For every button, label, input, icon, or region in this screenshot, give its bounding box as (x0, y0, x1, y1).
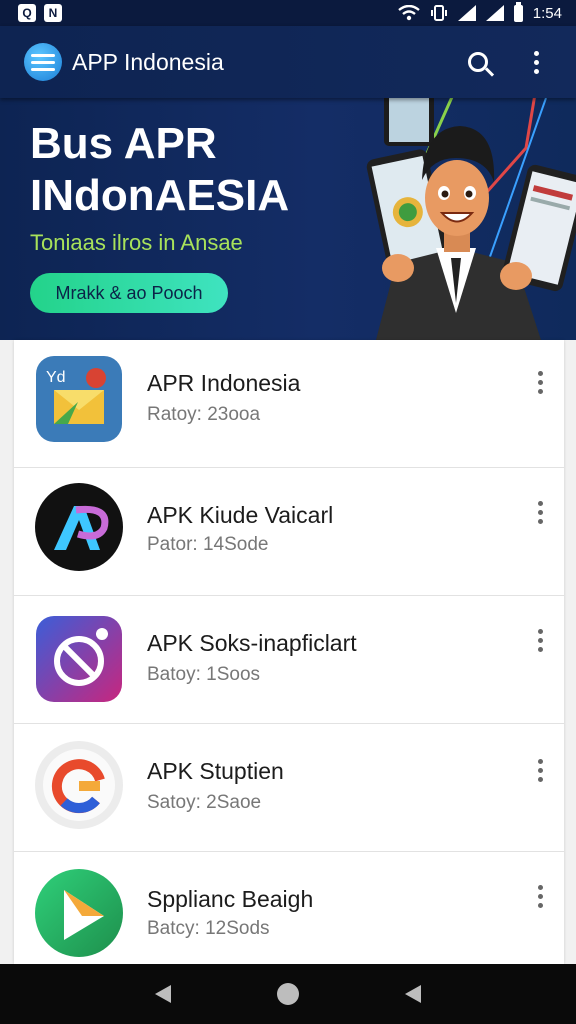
item-more-button[interactable] (530, 754, 550, 786)
svg-text:Yd: Yd (46, 369, 66, 386)
app-title: APP Indonesia (72, 48, 224, 75)
home-icon (276, 983, 299, 1005)
item-more-button[interactable] (530, 624, 550, 656)
item-more-button[interactable] (530, 496, 550, 528)
banner-cta-button[interactable]: Mrakk & ao Pooch (30, 273, 228, 313)
mail-app-icon: Yd (36, 356, 122, 442)
status-right: 1:54 (398, 1, 562, 22)
app-bar: APP Indonesia (0, 26, 576, 98)
app-list: Yd APR Indonesia Ratoy: 23ooa APK Kiude … (14, 340, 564, 964)
notification-icon-q: Q (18, 4, 36, 22)
ap-app-icon (35, 483, 123, 571)
app-meta: Batoy: 1Soos (147, 664, 261, 685)
back-button[interactable] (143, 974, 183, 1014)
recents-button[interactable] (393, 974, 433, 1014)
g-app-icon (35, 741, 123, 829)
search-icon (468, 52, 488, 72)
play-app-icon (35, 869, 123, 957)
list-item[interactable]: Spplianc Beaigh Batcy: 12Sods (14, 852, 564, 964)
app-meta: Pator: 14Sode (147, 534, 269, 555)
status-bar: Q N 1:54 (0, 0, 576, 26)
system-nav-bar (0, 964, 576, 1024)
app-meta: Satoy: 2Saoe (147, 792, 262, 813)
notification-icon-n: N (44, 4, 62, 22)
list-item[interactable]: APK Kiude Vaicarl Pator: 14Sode (14, 468, 564, 596)
back-icon (154, 985, 171, 1003)
app-meta: Ratoy: 23ooa (147, 404, 261, 425)
banner-title: Bus APR INdonAESIA (30, 118, 289, 222)
app-meta: Batcy: 12Sods (147, 918, 270, 939)
vibrate-icon (430, 5, 447, 21)
camera-app-icon (36, 616, 122, 702)
banner-title-line1: Bus APR (30, 119, 217, 168)
app-name: APK Stuptien (147, 758, 284, 784)
app-name: APR Indonesia (147, 370, 301, 396)
signal-icon (457, 5, 476, 21)
banner-illustration (366, 98, 576, 340)
status-left: Q N (18, 4, 62, 22)
app-name: APK Kiude Vaicarl (147, 502, 334, 528)
list-item[interactable]: Yd APR Indonesia Ratoy: 23ooa (14, 340, 564, 468)
list-item[interactable]: APK Stuptien Satoy: 2Saoe (14, 724, 564, 852)
banner-title-line2: INdonAESIA (30, 171, 290, 220)
home-button[interactable] (268, 974, 308, 1014)
banner-subtitle: Toniaas ilros in Ansae (30, 230, 243, 255)
app-name: Spplianc Beaigh (147, 886, 314, 912)
signal-icon-2 (485, 5, 504, 21)
wifi-icon (398, 5, 420, 21)
app-logo-icon (24, 43, 62, 81)
more-vert-icon (533, 50, 539, 74)
more-options-button[interactable] (516, 42, 556, 82)
item-more-button[interactable] (530, 880, 550, 912)
app-name: APK Soks-inapficlart (147, 630, 357, 656)
status-time: 1:54 (532, 4, 562, 22)
promo-banner[interactable]: Bus APR INdonAESIA Toniaas ilros in Ansa… (0, 98, 576, 340)
recents-icon (405, 985, 422, 1003)
search-button[interactable] (458, 42, 498, 82)
list-item[interactable]: APK Soks-inapficlart Batoy: 1Soos (14, 596, 564, 724)
battery-icon (513, 1, 523, 22)
item-more-button[interactable] (530, 366, 550, 398)
